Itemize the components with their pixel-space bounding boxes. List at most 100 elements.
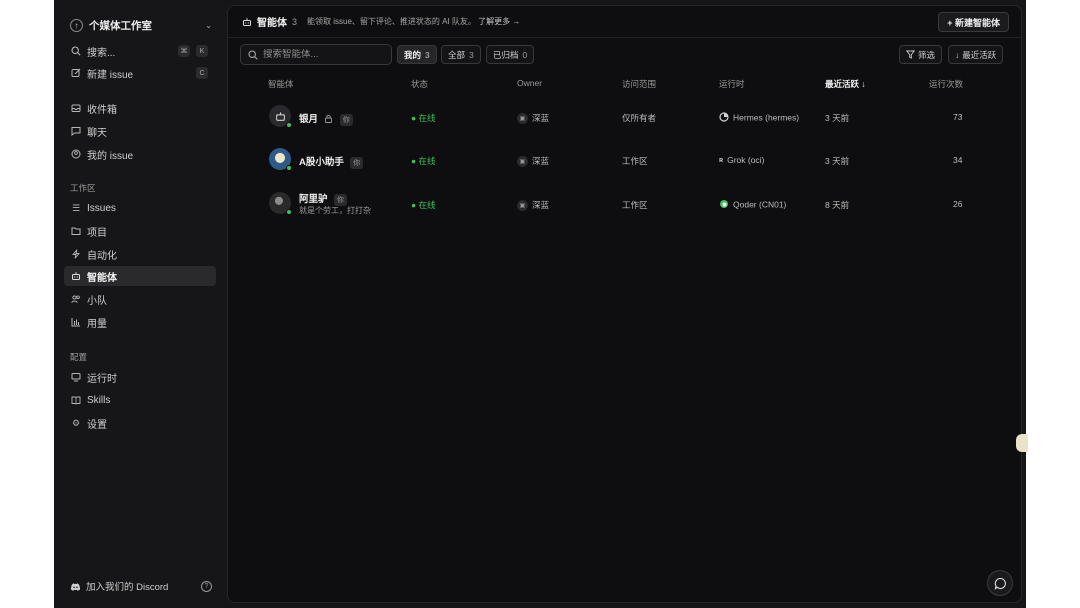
- sidebar-item-settings[interactable]: ⚙ 设置: [64, 413, 216, 433]
- col-runs[interactable]: 运行次数: [929, 78, 963, 90]
- sidebar: ↑ 个媒体工作室 ⌄ 搜索... ⌘ K 新建 issue C 收件箱 聊天 我…: [54, 0, 226, 608]
- filter-label: 筛选: [918, 49, 936, 60]
- access-cell: 工作区: [622, 156, 648, 166]
- sidebar-item-label: 项目: [87, 227, 107, 239]
- toolbar: 我的 3 全部 3 已归档 0 筛选 ↓ 最近活跃: [240, 44, 1010, 66]
- col-last-active[interactable]: 最近活跃 ↓: [825, 78, 866, 90]
- page-description: 能领取 issue、留下评论、推进状态的 AI 队友。 了解更多 →: [307, 16, 520, 27]
- kbd-cmd: ⌘: [178, 45, 190, 57]
- agent-name: 银月: [299, 114, 319, 125]
- filter-button[interactable]: 筛选: [899, 45, 943, 64]
- tab-label: 全部: [448, 49, 466, 60]
- chevron-down-icon: ⌄: [205, 20, 212, 30]
- agent-name-cell: 银月 你: [299, 111, 353, 126]
- workspace-logo-icon: ↑: [70, 18, 83, 32]
- search-input[interactable]: [263, 49, 383, 60]
- discord-link[interactable]: 加入我们的 Discord ?: [70, 578, 212, 594]
- table-row[interactable]: 阿里驴 你 就是个劳工，打打杂 ● 在线 ▣ 深蓝 工作区 Qoder (CN01…: [228, 184, 1021, 224]
- workspace-name: 个媒体工作室: [89, 19, 152, 32]
- sidebar-item-label: 收件箱: [87, 104, 117, 116]
- tab-mine[interactable]: 我的 3: [397, 45, 437, 64]
- chat-bubble-button[interactable]: [987, 570, 1013, 596]
- edit-icon: [70, 67, 82, 79]
- issues-icon: ☰: [71, 202, 81, 213]
- qoder-icon: [719, 199, 729, 211]
- workspace-switcher[interactable]: ↑ 个媒体工作室 ⌄: [70, 17, 212, 33]
- sidebar-item-label: 设置: [87, 419, 107, 431]
- col-agent[interactable]: 智能体: [268, 78, 294, 90]
- grok-icon: ʀ: [719, 157, 724, 165]
- bar-chart-icon: [70, 316, 82, 328]
- hermes-icon: [719, 112, 729, 124]
- sidebar-item-chat[interactable]: 聊天: [64, 121, 216, 141]
- sidebar-item-skills[interactable]: Skills: [64, 390, 216, 410]
- tab-archived[interactable]: 已归档 0: [486, 45, 535, 64]
- tab-label: 我的: [404, 49, 422, 60]
- sidebar-item-label: 我的 issue: [87, 150, 134, 162]
- agent-name-cell: A股小助手 你: [299, 154, 364, 169]
- table-row[interactable]: 银月 你 ● 在线 ▣ 深蓝 仅所有者 Hermes (hermes) 3 天前 …: [228, 97, 1021, 137]
- sidebar-item-agents[interactable]: 智能体: [64, 266, 216, 286]
- last-active-cell: 8 天前: [825, 200, 850, 210]
- discord-icon: [70, 582, 81, 591]
- table-row[interactable]: A股小助手 你 ● 在线 ▣ 深蓝 工作区 ʀ Grok (oci) 3 天前 34: [228, 140, 1021, 180]
- sidebar-item-usage[interactable]: 用量: [64, 312, 216, 332]
- sidebar-item-projects[interactable]: 项目: [64, 221, 216, 241]
- section-workspace: 工作区: [70, 183, 96, 193]
- sidebar-item-inbox[interactable]: 收件箱: [64, 98, 216, 118]
- sidebar-item-label: Skills: [87, 394, 111, 406]
- agent-name-cell: 阿里驴 你: [299, 191, 347, 206]
- arrow-down-icon: ↓: [955, 49, 960, 60]
- col-owner[interactable]: Owner: [517, 78, 542, 88]
- agent-avatar: [269, 148, 292, 171]
- sidebar-item-runtime[interactable]: 运行时: [64, 367, 216, 387]
- agent-name: A股小助手: [299, 157, 344, 168]
- owner-avatar-icon: ▣: [517, 156, 528, 168]
- page-header: 智能体 3 能领取 issue、留下评论、推进状态的 AI 队友。 了解更多 →…: [228, 6, 1021, 38]
- you-badge: 你: [350, 157, 364, 169]
- help-icon[interactable]: ?: [201, 580, 212, 592]
- lightning-icon: [70, 248, 82, 260]
- tab-all[interactable]: 全部 3: [441, 45, 481, 64]
- runs-cell: 26: [953, 199, 963, 209]
- agent-count: 3: [292, 16, 298, 27]
- col-runtime[interactable]: 运行时: [719, 78, 745, 90]
- learn-more-link[interactable]: 了解更多 →: [478, 17, 520, 26]
- col-access[interactable]: 访问范围: [622, 78, 656, 90]
- sidebar-item-issues[interactable]: ☰ Issues: [64, 198, 216, 218]
- sort-button[interactable]: ↓ 最近活跃: [948, 45, 1004, 64]
- chat-bubble-icon: [994, 577, 1007, 590]
- floating-avatar[interactable]: [1016, 434, 1028, 452]
- new-agent-button[interactable]: + 新建智能体: [938, 12, 1009, 32]
- owner-cell: ▣ 深蓝: [517, 112, 549, 125]
- team-icon: [70, 293, 82, 305]
- runtime-name: Qoder (CN01): [733, 199, 787, 210]
- runtime-cell: Hermes (hermes): [719, 112, 799, 124]
- status-badge: ● 在线: [411, 156, 436, 166]
- tab-count: 3: [425, 49, 430, 60]
- lock-icon: [324, 114, 333, 123]
- sidebar-search[interactable]: 搜索... ⌘ K: [64, 41, 216, 61]
- owner-name: 深蓝: [532, 156, 550, 166]
- runtime-name: Hermes (hermes): [733, 112, 800, 123]
- sidebar-new-issue[interactable]: 新建 issue C: [64, 63, 216, 83]
- agent-description: 就是个劳工，打打杂: [299, 206, 371, 215]
- monitor-icon: [70, 371, 82, 383]
- sort-label: 最近活跃: [962, 49, 997, 60]
- runtime-name: Grok (oci): [727, 155, 765, 165]
- sidebar-item-automation[interactable]: 自动化: [64, 244, 216, 264]
- sidebar-item-my-issues[interactable]: 我的 issue: [64, 144, 216, 164]
- sidebar-item-label: 聊天: [87, 127, 107, 139]
- sidebar-item-team[interactable]: 小队: [64, 289, 216, 309]
- search-icon: [70, 45, 82, 57]
- col-status[interactable]: 状态: [411, 78, 428, 90]
- you-badge: 你: [339, 114, 353, 126]
- online-dot: [286, 165, 292, 171]
- access-cell: 仅所有者: [622, 113, 657, 123]
- agent-search[interactable]: [240, 44, 392, 65]
- owner-name: 深蓝: [532, 200, 550, 210]
- runtime-cell: ʀ Grok (oci): [719, 155, 764, 165]
- sidebar-new-issue-label: 新建 issue: [87, 69, 134, 81]
- sidebar-item-label: Issues: [87, 202, 116, 214]
- sidebar-item-label: 小队: [87, 295, 107, 307]
